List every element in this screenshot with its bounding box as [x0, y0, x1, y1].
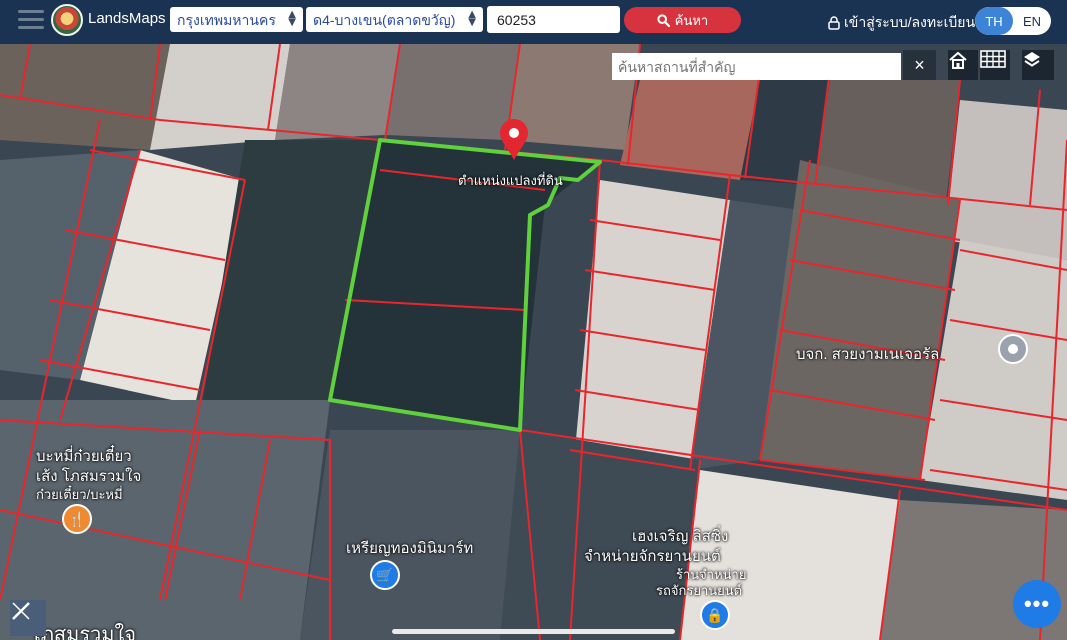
clear-search-button[interactable]: × — [903, 50, 936, 80]
location-icon[interactable] — [998, 334, 1028, 364]
secure-poi[interactable]: 🔒 — [700, 600, 730, 630]
more-options-button[interactable]: ••• — [1013, 580, 1061, 628]
menu-icon[interactable] — [18, 10, 44, 32]
district-select[interactable]: ด4-บางเขน(ตลาดขวัญ) ▲ ▼ — [306, 7, 483, 32]
cart-icon: 🛒 — [376, 566, 394, 583]
ruler-icon — [12, 602, 30, 620]
language-toggle: TH EN — [975, 7, 1051, 35]
province-select-value: กรุงเทพมหานคร — [177, 12, 276, 28]
layers-button[interactable] — [1022, 50, 1054, 80]
login-link[interactable]: เข้าสู่ระบบ/ลงทะเบียน — [828, 12, 975, 34]
fork-knife-icon: 🍴 — [68, 510, 86, 527]
app-name: LandsMaps — [88, 10, 166, 27]
house-icon — [949, 51, 967, 69]
lang-th-button[interactable]: TH — [975, 7, 1013, 35]
shop-poi[interactable]: 🛒 — [370, 560, 400, 590]
grid-icon — [980, 50, 1006, 68]
search-icon — [657, 13, 670, 27]
place-search-input[interactable] — [612, 53, 901, 80]
login-label: เข้าสู่ระบบ/ลงทะเบียน — [844, 14, 976, 30]
business-label: บจก. สวยงามเนเจอรัล — [796, 346, 940, 363]
moto-label-4: รถจักรยานยนต์ — [656, 583, 743, 598]
lock-icon — [828, 16, 840, 30]
close-icon: × — [914, 54, 925, 75]
landsmaps-logo — [51, 4, 83, 36]
measure-tool-button[interactable] — [10, 600, 46, 636]
home-button[interactable] — [948, 50, 978, 80]
district-select-value: ด4-บางเขน(ตลาดขวัญ) — [313, 12, 456, 28]
select-chevron-icon: ▲ ▼ — [288, 9, 296, 28]
map-view[interactable]: × ตำแหน่งแปลงที่ดิน บจก. สวยงามเนเจอรัล … — [0, 44, 1067, 640]
noodle-shop-label-3: ก๋วยเตี๋ยว/บะหมี่ — [36, 487, 123, 502]
lang-en-button[interactable]: EN — [1013, 7, 1051, 35]
top-bar: LandsMaps กรุงเทพมหานคร ▲ ▼ ด4-บางเขน(ตลา… — [0, 0, 1067, 44]
search-button-label: ค้นหา — [674, 12, 709, 28]
parcel-number-input[interactable] — [487, 6, 620, 33]
layers-icon — [1024, 52, 1040, 67]
restaurant-poi[interactable]: 🍴 — [62, 504, 92, 534]
pin-label: ตำแหน่งแปลงที่ดิน — [458, 173, 563, 188]
home-indicator — [392, 629, 675, 634]
minimart-label: เหรียญทองมินิมาร์ท — [346, 540, 474, 557]
lock-icon: 🔒 — [706, 606, 724, 623]
grid-toggle-button[interactable] — [980, 50, 1010, 80]
search-button[interactable]: ค้นหา — [624, 7, 741, 33]
select-chevron-icon: ▲ ▼ — [468, 9, 476, 28]
province-select[interactable]: กรุงเทพมหานคร ▲ ▼ — [170, 7, 303, 32]
